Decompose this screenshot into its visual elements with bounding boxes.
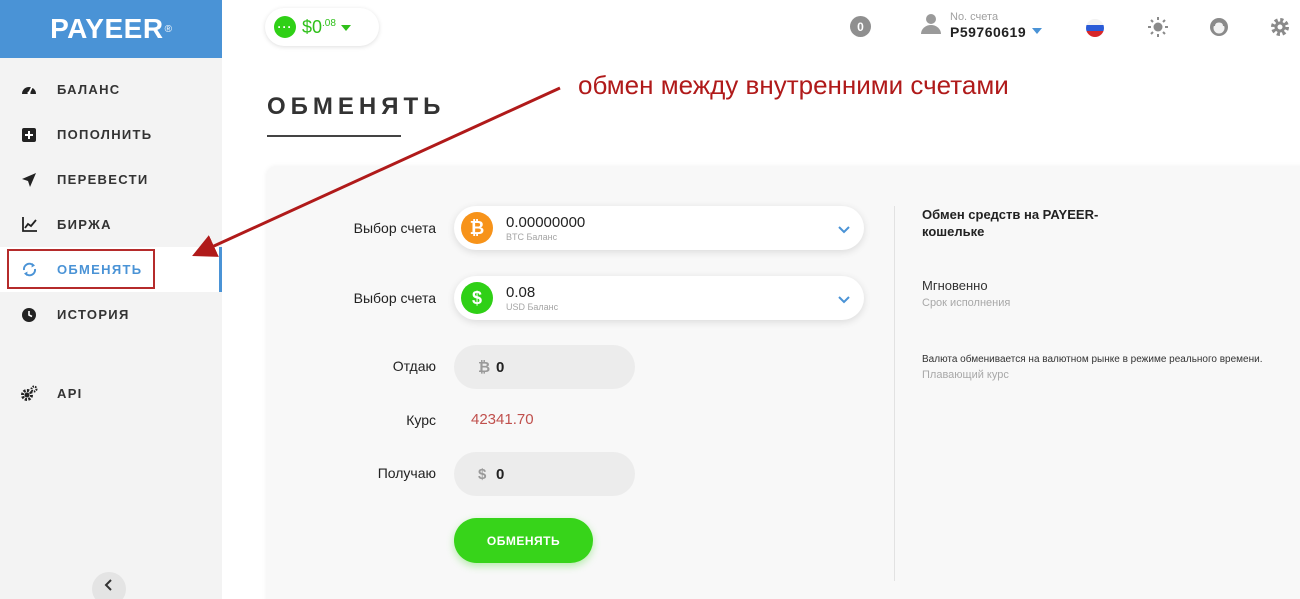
- notifications-badge[interactable]: 0: [850, 16, 871, 37]
- balance-main: $0: [302, 16, 323, 37]
- chevron-down-icon: [838, 291, 850, 309]
- balance-dropdown[interactable]: ··· $0.08: [265, 8, 379, 46]
- chevron-left-icon: [104, 578, 114, 597]
- info-speed-block: Мгновенно Срок исполнения: [922, 278, 1010, 309]
- info-rate-block: Валюта обменивается на валютном рынке в …: [922, 354, 1263, 381]
- receive-amount-field[interactable]: $: [454, 452, 635, 496]
- sidebar-item-label: БАЛАНС: [57, 82, 121, 97]
- gear-icon[interactable]: [1268, 15, 1292, 39]
- to-account-label: Выбор счета: [353, 290, 436, 306]
- sidebar-item-balance[interactable]: БАЛАНС: [0, 67, 222, 112]
- sidebar-item-transfer[interactable]: ПЕРЕВЕСТИ: [0, 157, 222, 202]
- btc-symbol-icon: ₿: [478, 358, 491, 376]
- give-amount-input[interactable]: [496, 358, 616, 376]
- card-divider: [894, 206, 895, 581]
- info-speed-sub: Срок исполнения: [922, 297, 1011, 309]
- sidebar-item-label: ИСТОРИЯ: [57, 307, 130, 322]
- user-icon: [920, 12, 942, 39]
- receive-label: Получаю: [377, 465, 436, 481]
- sidebar-item-api[interactable]: API: [0, 371, 222, 416]
- logo-text: PAYEER: [50, 13, 164, 44]
- sidebar-item-history[interactable]: ИСТОРИЯ: [0, 292, 222, 337]
- page-title: ОБМЕНЯТЬ: [267, 93, 446, 120]
- sidebar-item-deposit[interactable]: ПОПОЛНИТЬ: [0, 112, 222, 157]
- info-title: Обмен средств на PAYEER-кошельке: [922, 207, 1099, 239]
- caret-down-icon: [1032, 21, 1043, 39]
- info-block: Обмен средств на PAYEER-кошельке: [922, 206, 1112, 240]
- balance-dots-icon: ···: [274, 16, 296, 38]
- sun-icon[interactable]: [1146, 15, 1170, 39]
- usd-icon: $: [461, 282, 493, 314]
- exchange-submit-button[interactable]: ОБМЕНЯТЬ: [454, 518, 593, 563]
- from-account-label: Выбор счета: [353, 220, 436, 236]
- chevron-down-icon: [838, 221, 850, 239]
- caret-down-icon: [340, 18, 351, 36]
- from-account-values: 0.00000000 BTC Баланс: [506, 215, 585, 242]
- give-label: Отдаю: [392, 358, 436, 374]
- usd-symbol-icon: $: [478, 465, 487, 483]
- clock-icon: [20, 306, 38, 324]
- sidebar: PAYEER ® БАЛАНС ПОПОЛНИТЬ ПЕРЕВЕСТИ БИРЖА: [0, 0, 222, 599]
- sidebar-collapse-button[interactable]: [92, 572, 126, 599]
- from-account-select[interactable]: ₿ 0.00000000 BTC Баланс: [454, 206, 864, 250]
- account-info: No. счета P59760619: [950, 11, 1027, 40]
- annotation-highlight-box: [7, 249, 155, 289]
- sidebar-item-label: ПЕРЕВЕСТИ: [57, 172, 149, 187]
- sidebar-nav: БАЛАНС ПОПОЛНИТЬ ПЕРЕВЕСТИ БИРЖА ОБМЕНЯТ…: [0, 67, 222, 416]
- gears-icon: [20, 385, 38, 403]
- sidebar-item-label: ПОПОЛНИТЬ: [57, 127, 153, 142]
- to-account-values: 0.08 USD Баланс: [506, 285, 558, 312]
- chart-icon: [20, 216, 38, 234]
- give-amount-field[interactable]: ₿: [454, 345, 635, 389]
- btc-icon: ₿: [461, 212, 493, 244]
- sidebar-item-label: БИРЖА: [57, 217, 112, 232]
- send-icon: [20, 171, 38, 189]
- gauge-icon: [20, 81, 38, 99]
- to-account-value: 0.08: [506, 283, 536, 301]
- sidebar-item-label: API: [57, 386, 83, 401]
- annotation-text: обмен между внутренними счетами: [578, 70, 1009, 100]
- sidebar-item-exchange-market[interactable]: БИРЖА: [0, 202, 222, 247]
- info-rate-desc: Валюта обменивается на валютном рынке в …: [922, 354, 1263, 365]
- logo-reg-mark: ®: [164, 23, 172, 35]
- rate-value: 42341.70: [471, 411, 534, 428]
- balance-cents: .08: [322, 17, 336, 29]
- from-account-value: 0.00000000: [506, 213, 586, 231]
- rate-label: Курс: [406, 412, 436, 428]
- to-account-sub: USD Баланс: [506, 301, 559, 312]
- balance-amount: $0.08: [302, 17, 336, 38]
- account-label: No. счета: [950, 11, 999, 23]
- info-rate-sub: Плавающий курс: [922, 369, 1009, 381]
- payeer-logo[interactable]: PAYEER ®: [0, 0, 222, 58]
- receive-amount-input[interactable]: [496, 465, 616, 483]
- account-dropdown[interactable]: No. счета P59760619: [920, 11, 1043, 40]
- plus-square-icon: [20, 126, 38, 144]
- support-icon[interactable]: [1207, 15, 1231, 39]
- from-account-sub: BTC Баланс: [506, 231, 558, 242]
- account-number: P59760619: [950, 24, 1027, 40]
- title-underline: [267, 135, 401, 137]
- to-account-select[interactable]: $ 0.08 USD Баланс: [454, 276, 864, 320]
- russia-flag-icon[interactable]: [1086, 19, 1104, 37]
- info-speed: Мгновенно: [922, 278, 988, 293]
